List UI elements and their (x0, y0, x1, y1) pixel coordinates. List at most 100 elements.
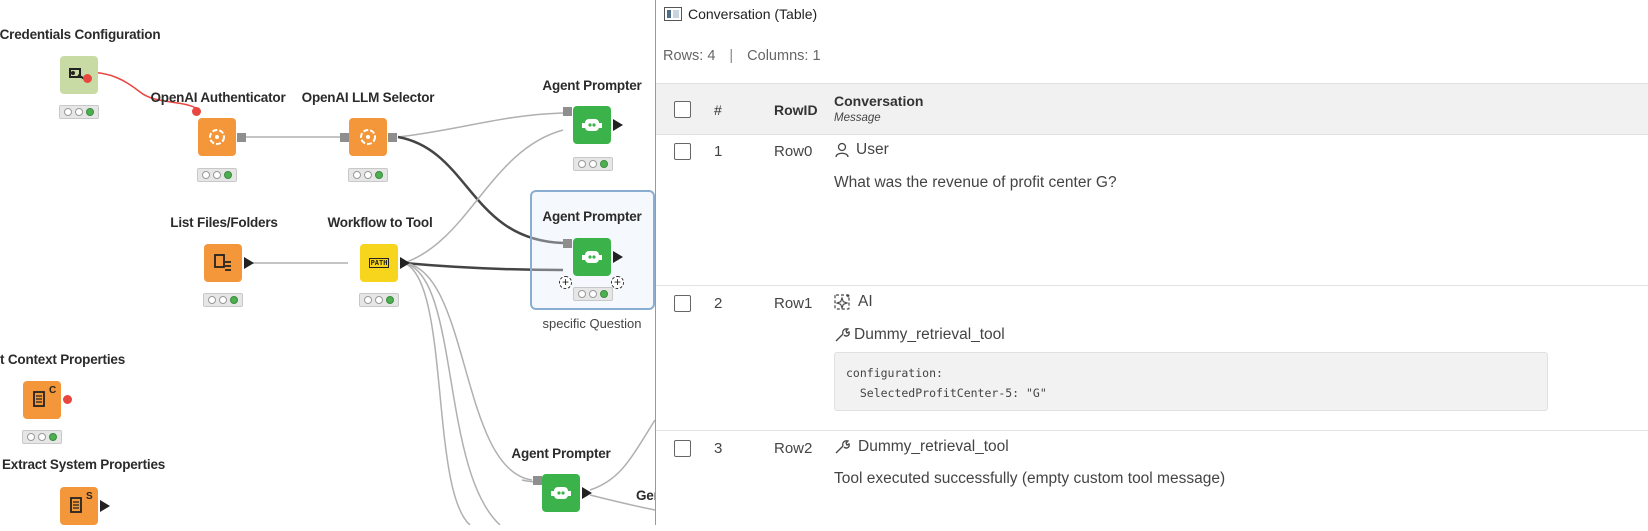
code-line: configuration: (846, 366, 943, 380)
output-port[interactable] (244, 257, 254, 269)
table-icon (664, 7, 682, 21)
ai-sparkle-icon (834, 294, 850, 310)
file-list-icon (214, 254, 231, 271)
node-annotation: specific Question (542, 316, 642, 331)
table-header-row: # RowID Conversation Message (656, 83, 1648, 135)
tool-call: Dummy_retrieval_tool (834, 326, 1005, 344)
input-port[interactable] (340, 133, 349, 142)
stats-separator: | (729, 48, 734, 64)
context-letter: C (49, 385, 57, 396)
row-checkbox[interactable] (674, 143, 691, 160)
columns-count: Columns: 1 (747, 48, 821, 64)
table-row: 1 Row0 User What was the revenue of prof… (656, 135, 1648, 286)
agent-prompter-node-3[interactable] (542, 474, 580, 512)
row-id: Row1 (774, 295, 813, 312)
table-row: 3 Row2 Dummy_retrieval_tool Tool execute… (656, 431, 1648, 531)
node-title-openai-llm-selector: OpenAI LLM Selector (301, 90, 435, 105)
wrench-icon (835, 328, 850, 342)
message-role-label: Dummy_retrieval_tool (858, 438, 1009, 455)
output-port[interactable] (100, 500, 110, 512)
select-all-checkbox[interactable] (674, 101, 691, 118)
agent-robot-icon (582, 251, 602, 263)
agent-prompter-node-selected[interactable] (573, 238, 611, 276)
row-checkbox[interactable] (674, 440, 691, 457)
flow-variable-port[interactable] (63, 395, 72, 404)
user-icon (835, 142, 849, 158)
node-title-agent-prompter: Agent Prompter (542, 78, 642, 93)
path-icon: PATH (368, 258, 390, 268)
row-index: 2 (714, 295, 723, 312)
wrench-icon (835, 440, 850, 454)
node-title-list-files-folders: List Files/Folders (170, 215, 278, 230)
message-text: What was the revenue of profit center G? (834, 174, 1117, 191)
table-view-panel: Conversation (Table) Rows: 4 | Columns: … (655, 0, 1648, 525)
node-title-context-properties: t Context Properties (0, 352, 126, 367)
flow-variable-port[interactable] (83, 74, 92, 83)
openai-icon (360, 129, 376, 145)
node-title-agent-prompter-3: Agent Prompter (511, 446, 611, 461)
header-index: # (714, 102, 722, 118)
data-table: # RowID Conversation Message 1 Row0 User… (656, 83, 1648, 531)
node-title-workflow-to-tool: Workflow to Tool (327, 215, 433, 230)
output-port[interactable] (613, 251, 623, 263)
message-text: Tool executed successfully (empty custom… (834, 470, 1226, 487)
input-port[interactable] (563, 239, 572, 248)
add-port-button[interactable]: + (611, 276, 624, 289)
node-status-indicator (197, 168, 237, 182)
agent-robot-icon (582, 119, 602, 131)
table-row: 2 Row1 AI Dummy_retrieval_tool configura… (656, 286, 1648, 431)
node-title-partial: Ger (636, 488, 655, 503)
message-role: AI (834, 293, 873, 311)
node-status-indicator (359, 293, 399, 307)
row-checkbox[interactable] (674, 295, 691, 312)
code-line: SelectedProfitCenter-5: "G" (846, 386, 1047, 400)
credentials-configuration-node[interactable] (60, 56, 98, 94)
table-view-title: Conversation (Table) (688, 6, 818, 22)
openai-icon (209, 129, 225, 145)
message-role: Dummy_retrieval_tool (834, 438, 1009, 456)
openai-llm-selector-node[interactable] (349, 118, 387, 156)
header-conversation[interactable]: Conversation (834, 93, 923, 109)
input-port[interactable] (533, 476, 542, 485)
row-id: Row0 (774, 143, 813, 160)
agent-prompter-node[interactable] (573, 106, 611, 144)
row-index: 1 (714, 143, 723, 160)
node-status-indicator (348, 168, 388, 182)
system-letter: S (86, 491, 93, 502)
output-port[interactable] (613, 119, 623, 131)
workflow-to-tool-node[interactable]: PATH (360, 244, 398, 282)
node-status-indicator (59, 105, 99, 119)
node-title-credentials-configuration: Credentials Configuration (0, 27, 161, 42)
list-files-folders-node[interactable] (204, 244, 242, 282)
tool-call-arguments: configuration: SelectedProfitCenter-5: "… (834, 352, 1548, 411)
openai-authenticator-node[interactable] (198, 118, 236, 156)
table-view-header: Conversation (Table) (664, 5, 817, 23)
table-stats: Rows: 4 | Columns: 1 (663, 48, 821, 64)
agent-robot-icon (551, 487, 571, 499)
output-port[interactable] (582, 487, 592, 499)
node-title-agent-prompter-selected: Agent Prompter (542, 209, 642, 224)
row-id: Row2 (774, 440, 813, 457)
input-port[interactable] (563, 107, 572, 116)
message-role: User (834, 141, 889, 159)
header-rowid[interactable]: RowID (774, 102, 818, 118)
extract-system-properties-node[interactable]: S (60, 487, 98, 525)
row-index: 3 (714, 440, 723, 457)
workflow-canvas[interactable]: Credentials Configuration OpenAI Authent… (0, 0, 655, 525)
tool-call-name: Dummy_retrieval_tool (854, 326, 1005, 343)
message-role-label: AI (858, 293, 873, 310)
output-port[interactable] (237, 133, 246, 142)
node-status-indicator (573, 157, 613, 171)
extract-context-properties-node[interactable]: C (23, 381, 61, 419)
node-status-indicator (203, 293, 243, 307)
output-port[interactable] (400, 257, 410, 269)
node-title-openai-authenticator: OpenAI Authenticator (150, 90, 286, 105)
rows-count: Rows: 4 (663, 48, 716, 64)
node-status-indicator (22, 430, 62, 444)
add-port-button[interactable]: + (559, 276, 572, 289)
output-port[interactable] (388, 133, 397, 142)
node-status-indicator (573, 287, 613, 301)
header-column-type: Message (834, 112, 881, 124)
message-role-label: User (856, 141, 889, 158)
flow-variable-port[interactable] (192, 107, 201, 116)
